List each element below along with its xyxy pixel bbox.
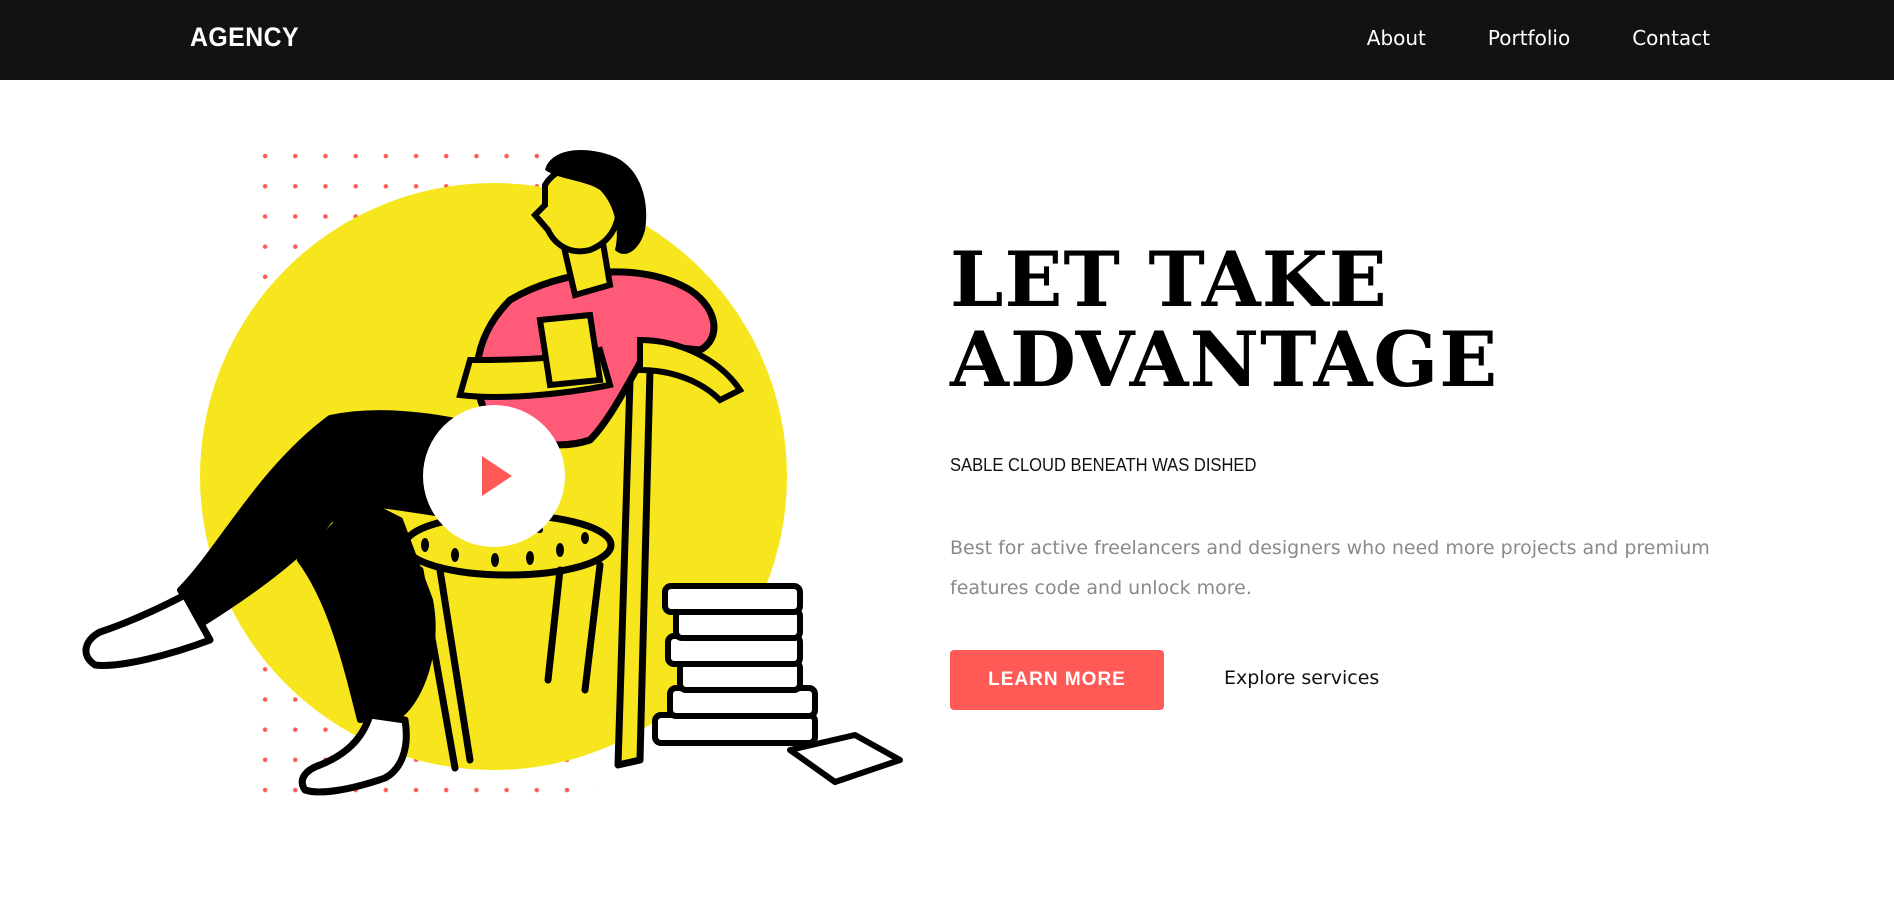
- arm: [637, 336, 745, 404]
- book-stack: [652, 583, 903, 785]
- nav-link-about[interactable]: About: [1367, 26, 1426, 50]
- nav-link-contact[interactable]: Contact: [1632, 26, 1710, 50]
- brand-logo[interactable]: AGENCY: [190, 22, 299, 53]
- hero-title-line-1: LET TAKE: [950, 235, 1388, 324]
- explore-services-link[interactable]: Explore services: [1224, 667, 1379, 689]
- held-book: [536, 311, 604, 389]
- hero-title-line-2: ADVANTAGE: [950, 315, 1499, 404]
- hero-subtitle: SABLE CLOUD BENEATH WAS DISHED: [950, 455, 1257, 475]
- nav-link-portfolio[interactable]: Portfolio: [1488, 26, 1570, 50]
- learn-more-button[interactable]: LEARN MORE: [950, 650, 1164, 710]
- top-navigation-bar: AGENCY About Portfolio Contact: [0, 0, 1894, 80]
- hero-description: Best for active freelancers and designer…: [950, 537, 1710, 599]
- play-icon: [482, 456, 512, 496]
- video-play-button[interactable]: [423, 405, 565, 547]
- main-nav: About Portfolio Contact: [1367, 26, 1710, 50]
- hero-title: LET TAKE ADVANTAGE: [950, 240, 1670, 400]
